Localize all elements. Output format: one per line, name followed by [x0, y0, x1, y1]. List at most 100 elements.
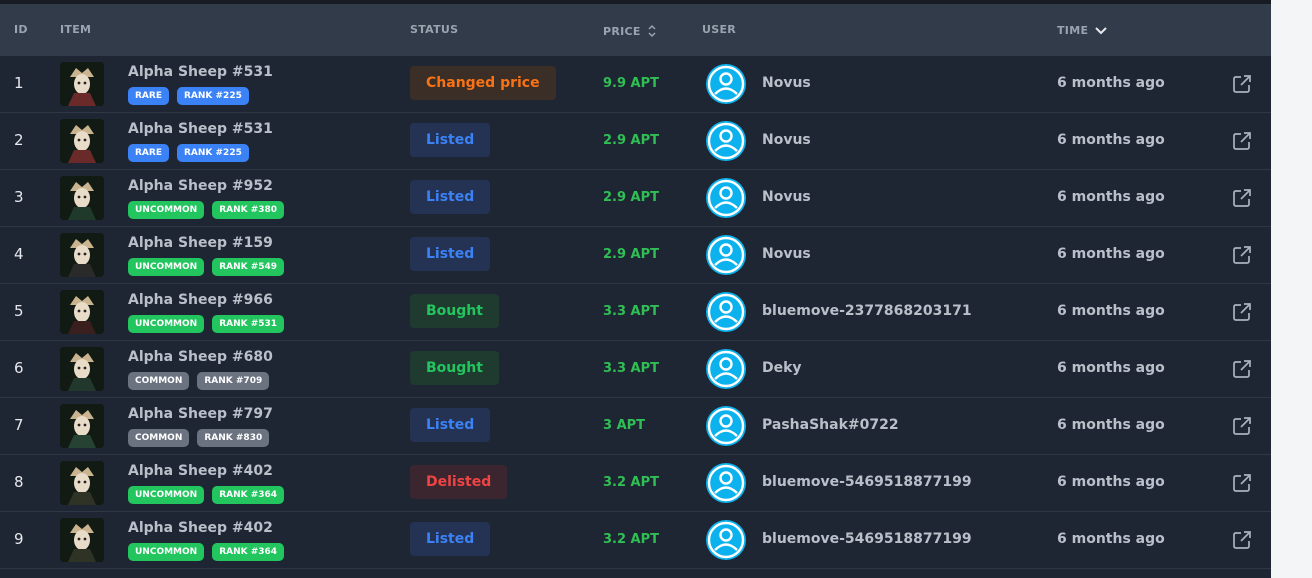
rarity-badge: UNCOMMON — [128, 258, 205, 276]
nft-thumbnail[interactable] — [60, 119, 104, 163]
time-ago: 6 months ago — [1057, 246, 1165, 262]
user-name[interactable]: bluemove-2377868203171 — [762, 303, 972, 319]
header-id-label: ID — [14, 23, 28, 36]
status-badge: Listed — [410, 123, 491, 157]
header-price[interactable]: PRICE — [603, 24, 657, 38]
user-name[interactable]: PashaShak#0722 — [762, 417, 899, 433]
time-ago: 6 months ago — [1057, 474, 1165, 490]
nft-thumbnail[interactable] — [60, 461, 104, 505]
user-name[interactable]: bluemove-5469518877199 — [762, 531, 972, 547]
item-name[interactable]: Alpha Sheep #402 — [128, 463, 273, 479]
header-time[interactable]: TIME — [1057, 24, 1108, 37]
rank-badge: RANK #549 — [212, 258, 285, 276]
user-circle-icon[interactable] — [706, 121, 746, 161]
item-badges: UNCOMMON RANK #531 — [128, 315, 285, 333]
external-link-icon[interactable] — [1231, 130, 1253, 152]
nft-thumbnail[interactable] — [60, 404, 104, 448]
user-name[interactable]: Novus — [762, 189, 811, 205]
nft-thumbnail[interactable] — [60, 347, 104, 391]
external-link-icon[interactable] — [1231, 301, 1253, 323]
user-name[interactable]: Deky — [762, 360, 802, 376]
table-row[interactable]: 9 Alpha Sheep #402 UNCOMMON RANK #364 Li… — [0, 512, 1271, 569]
item-name[interactable]: Alpha Sheep #531 — [128, 64, 273, 80]
nft-thumbnail[interactable] — [60, 176, 104, 220]
header-status-label: STATUS — [410, 23, 459, 36]
item-badges: COMMON RANK #709 — [128, 372, 270, 390]
sheep-thumbnail-image — [60, 404, 104, 448]
price: 3.2 APT — [603, 532, 660, 547]
status-badge: Listed — [410, 408, 491, 442]
user-circle-icon[interactable] — [706, 463, 746, 503]
item-name[interactable]: Alpha Sheep #797 — [128, 406, 273, 422]
chevron-down-icon[interactable] — [1094, 25, 1108, 37]
time-ago: 6 months ago — [1057, 531, 1165, 547]
time-ago: 6 months ago — [1057, 417, 1165, 433]
user-circle-icon[interactable] — [706, 406, 746, 446]
external-link-icon[interactable] — [1231, 472, 1253, 494]
table-row[interactable]: 8 Alpha Sheep #402 UNCOMMON RANK #364 De… — [0, 455, 1271, 512]
sort-updown-icon[interactable] — [647, 24, 657, 38]
table-row[interactable]: 7 Alpha Sheep #797 COMMON RANK #830 List… — [0, 398, 1271, 455]
status-badge: Listed — [410, 522, 491, 556]
header-item-label: ITEM — [60, 23, 92, 36]
rarity-badge: RARE — [128, 87, 169, 105]
nft-thumbnail[interactable] — [60, 518, 104, 562]
item-name[interactable]: Alpha Sheep #402 — [128, 520, 273, 536]
nft-thumbnail[interactable] — [60, 233, 104, 277]
item-name[interactable]: Alpha Sheep #952 — [128, 178, 273, 194]
external-link-icon[interactable] — [1231, 73, 1253, 95]
table-row[interactable] — [0, 569, 1271, 578]
header-user-label: USER — [702, 23, 737, 36]
user-circle-icon[interactable] — [706, 349, 746, 389]
item-badges: RARE RANK #225 — [128, 87, 249, 105]
item-badges: UNCOMMON RANK #364 — [128, 543, 285, 561]
external-link-icon[interactable] — [1231, 415, 1253, 437]
rank-badge: RANK #830 — [197, 429, 270, 447]
row-id: 9 — [14, 530, 24, 548]
header-user: USER — [702, 23, 736, 36]
nft-thumbnail[interactable] — [60, 62, 104, 106]
rarity-badge: UNCOMMON — [128, 315, 205, 333]
table-row[interactable]: 5 Alpha Sheep #966 UNCOMMON RANK #531 Bo… — [0, 284, 1271, 341]
external-link-icon[interactable] — [1231, 187, 1253, 209]
price: 3.3 APT — [603, 361, 660, 376]
user-circle-icon[interactable] — [706, 235, 746, 275]
item-name[interactable]: Alpha Sheep #966 — [128, 292, 273, 308]
table-row[interactable]: 3 Alpha Sheep #952 UNCOMMON RANK #380 Li… — [0, 170, 1271, 227]
rarity-badge: UNCOMMON — [128, 543, 205, 561]
item-badges: UNCOMMON RANK #549 — [128, 258, 285, 276]
table-row[interactable]: 1 Alpha Sheep #531 RARE RANK #225 Change… — [0, 56, 1271, 113]
status-badge: Delisted — [410, 465, 508, 499]
price: 3 APT — [603, 418, 646, 433]
status-badge: Changed price — [410, 66, 556, 100]
status-badge: Listed — [410, 180, 491, 214]
item-badges: COMMON RANK #830 — [128, 429, 270, 447]
table-row[interactable]: 2 Alpha Sheep #531 RARE RANK #225 Listed… — [0, 113, 1271, 170]
user-circle-icon[interactable] — [706, 292, 746, 332]
user-name[interactable]: Novus — [762, 246, 811, 262]
user-circle-icon[interactable] — [706, 178, 746, 218]
row-id: 6 — [14, 359, 24, 377]
user-name[interactable]: bluemove-5469518877199 — [762, 474, 972, 490]
external-link-icon[interactable] — [1231, 529, 1253, 551]
user-circle-icon[interactable] — [706, 64, 746, 104]
table-row[interactable]: 4 Alpha Sheep #159 UNCOMMON RANK #549 Li… — [0, 227, 1271, 284]
header-item: ITEM — [60, 23, 91, 36]
user-name[interactable]: Novus — [762, 132, 811, 148]
external-link-icon[interactable] — [1231, 244, 1253, 266]
rarity-badge: RARE — [128, 144, 169, 162]
item-name[interactable]: Alpha Sheep #159 — [128, 235, 273, 251]
external-link-icon[interactable] — [1231, 358, 1253, 380]
price: 2.9 APT — [603, 247, 660, 262]
item-name[interactable]: Alpha Sheep #680 — [128, 349, 273, 365]
header-status: STATUS — [410, 23, 458, 36]
user-name[interactable]: Novus — [762, 75, 811, 91]
nft-thumbnail[interactable] — [60, 290, 104, 334]
price: 9.9 APT — [603, 76, 660, 91]
item-name[interactable]: Alpha Sheep #531 — [128, 121, 273, 137]
rarity-badge: COMMON — [128, 372, 190, 390]
table-row[interactable]: 6 Alpha Sheep #680 COMMON RANK #709 Boug… — [0, 341, 1271, 398]
rank-badge: RANK #709 — [197, 372, 270, 390]
user-circle-icon[interactable] — [706, 520, 746, 560]
price: 2.9 APT — [603, 190, 660, 205]
